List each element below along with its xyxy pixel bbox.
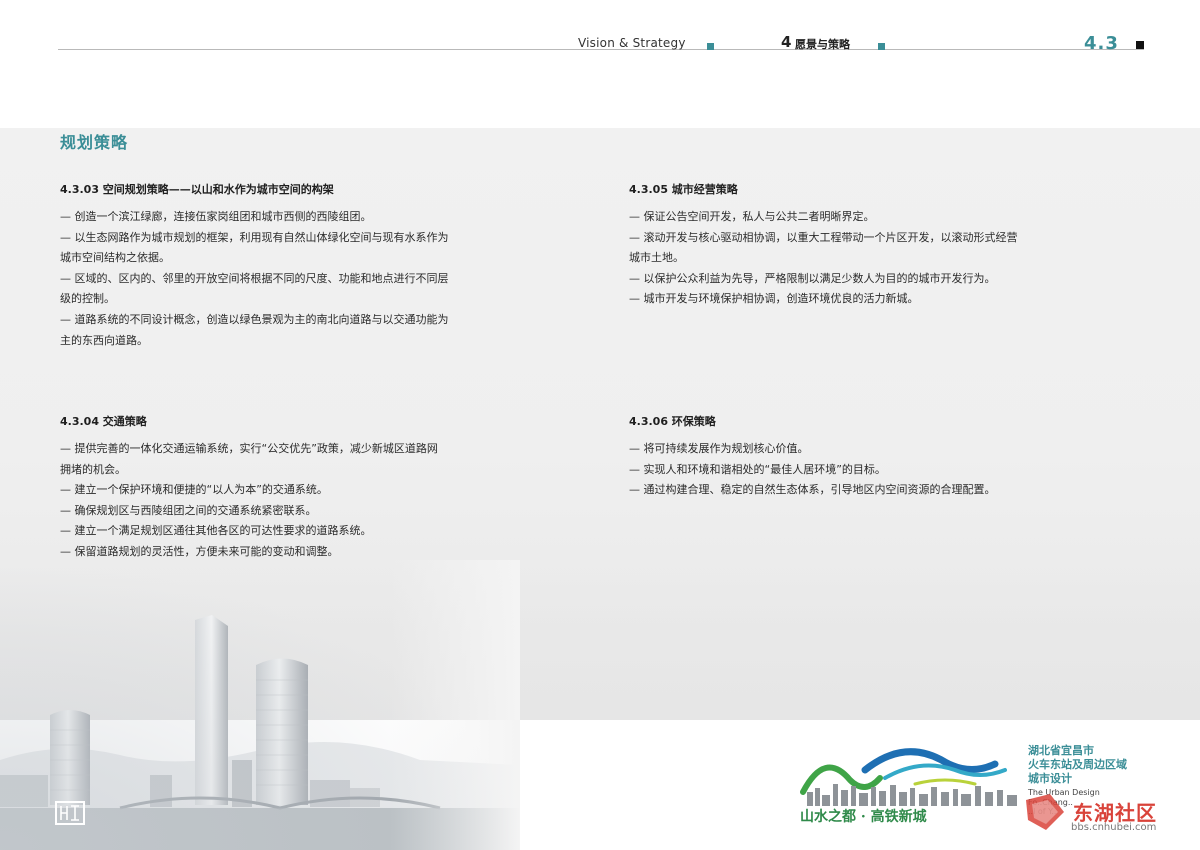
header-chapter-title: 愿景与策略 — [795, 38, 850, 51]
strategy-block-environment: 4.3.06 环保策略 — 将可持续发展作为规划核心价值。 — 实现人和环境和谐… — [629, 413, 996, 501]
strategy-block-operation: 4.3.05 城市经营策略 — 保证公告空间开发，私人与公共二者明晰界定。 — … — [629, 181, 1018, 310]
block-line: — 保证公告空间开发，私人与公共二者明晰界定。 — [629, 210, 875, 223]
block-line: 级的控制。 — [60, 292, 115, 306]
block-line: — 以保护公众利益为先导，严格限制以满足少数人为目的的城市开发行为。 — [629, 271, 996, 285]
block-line: — 道路系统的不同设计概念，创造以绿色景观为主的南北向道路与以交通功能为 — [60, 312, 449, 326]
header-square-marker — [878, 43, 885, 50]
block-line: — 创造一个滨江绿廊，连接伍家岗组团和城市西侧的西陵组团。 — [60, 210, 372, 223]
brand-slogan: 山水之都 · 高铁新城 — [800, 809, 927, 825]
block-line: 主的东西向道路。 — [60, 333, 148, 347]
block-line: — 实现人和环境和谐相处的“最佳人居环境”的目标。 — [629, 462, 886, 476]
section-title: 规划策略 — [60, 133, 129, 152]
block-line: — 通过构建合理、稳定的自然生态体系，引导地区内空间资源的合理配置。 — [629, 483, 996, 497]
strategy-block-spatial: 4.3.03 空间规划策略——以山和水作为城市空间的构架 — 创造一个滨江绿廊，… — [60, 181, 449, 351]
block-line: — 确保规划区与西陵组团之间的交通系统紧密联系。 — [60, 503, 317, 517]
brand-title-line: 城市设计 — [1028, 772, 1072, 785]
watermark-logo-icon — [1026, 794, 1064, 830]
block-line: — 建立一个保护环境和便捷的“以人为本”的交通系统。 — [60, 483, 328, 497]
block-line: 拥堵的机会。 — [60, 462, 126, 476]
watermark-url[interactable]: bbs.cnhubei.com — [1071, 822, 1156, 833]
page-number: 4.3 — [1084, 33, 1119, 54]
brand-title: 湖北省宜昌市 火车东站及周边区域 城市设计 — [1028, 744, 1127, 786]
block-line: 城市空间结构之依据。 — [60, 251, 170, 265]
corner-logo-icon — [55, 801, 85, 825]
header-chapter-number: 4 — [781, 33, 792, 51]
block-title: 4.3.06 环保策略 — [629, 415, 716, 428]
block-line: — 滚动开发与核心驱动相协调，以重大工程带动一个片区开发，以滚动形式经营 — [629, 230, 1018, 244]
block-line: — 建立一个满足规划区通往其他各区的可达性要求的道路系统。 — [60, 524, 372, 538]
block-title: 4.3.05 城市经营策略 — [629, 183, 738, 196]
block-line: — 提供完善的一体化交通运输系统，实行“公交优先”政策，减少新城区道路网 — [60, 442, 438, 455]
brand-title-line: 火车东站及周边区域 — [1028, 758, 1127, 771]
strategy-block-traffic: 4.3.04 交通策略 — 提供完善的一体化交通运输系统，实行“公交优先”政策，… — [60, 413, 438, 563]
brand-title-line: 湖北省宜昌市 — [1028, 744, 1094, 757]
block-title: 4.3.04 交通策略 — [60, 415, 147, 428]
block-line: — 城市开发与环境保护相协调，创造环境优良的活力新城。 — [629, 292, 919, 306]
block-line: — 将可持续发展作为规划核心价值。 — [629, 442, 809, 455]
header-square-marker — [707, 43, 714, 50]
brand-logo-icon — [800, 748, 1017, 806]
block-title: 4.3.03 空间规划策略——以山和水作为城市空间的构架 — [60, 183, 334, 196]
header-black-square — [1136, 41, 1144, 49]
block-line: — 以生态网路作为城市规划的框架，利用现有自然山体绿化空间与现有水系作为 — [60, 230, 449, 244]
block-line: 城市土地。 — [629, 251, 684, 265]
header-vision-label: Vision & Strategy — [578, 36, 686, 50]
block-line: — 区域的、区内的、邻里的开放空间将根据不同的尺度、功能和地点进行不同层 — [60, 271, 449, 285]
